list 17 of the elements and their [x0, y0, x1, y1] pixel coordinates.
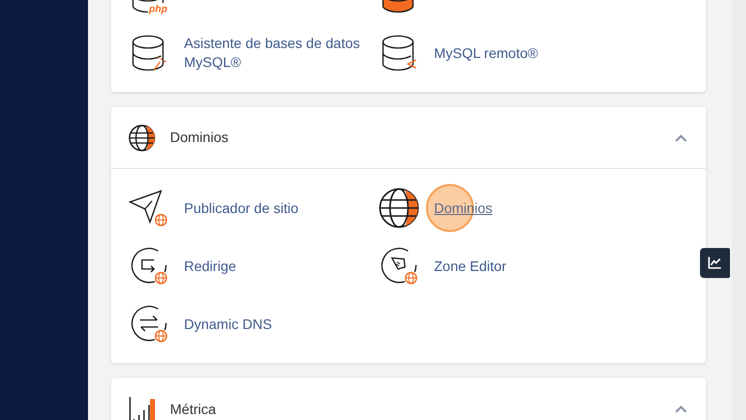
globe-icon	[378, 187, 420, 229]
tool-link[interactable]: MySQL remoto®	[434, 44, 538, 62]
tool-link[interactable]: Asistente de bases de datos MySQL®	[184, 34, 378, 72]
php-label: php	[149, 4, 168, 15]
tool-link[interactable]: Redirige	[184, 256, 236, 276]
chart-icon	[708, 257, 722, 269]
tool-link[interactable]: Dynamic DNS	[184, 314, 272, 334]
paper-plane-icon	[128, 187, 170, 229]
chevron-up-icon[interactable]	[675, 134, 687, 142]
tool-link[interactable]: Publicador de sitio	[184, 198, 298, 218]
section-title: Métrica	[170, 400, 216, 418]
chevron-up-icon[interactable]	[675, 405, 687, 413]
stats-button[interactable]	[700, 248, 730, 278]
tool-link[interactable]: Zone Editor	[434, 256, 506, 276]
globe-icon	[128, 124, 156, 152]
section-title: Dominios	[170, 128, 228, 147]
bar-chart-icon	[128, 395, 156, 420]
